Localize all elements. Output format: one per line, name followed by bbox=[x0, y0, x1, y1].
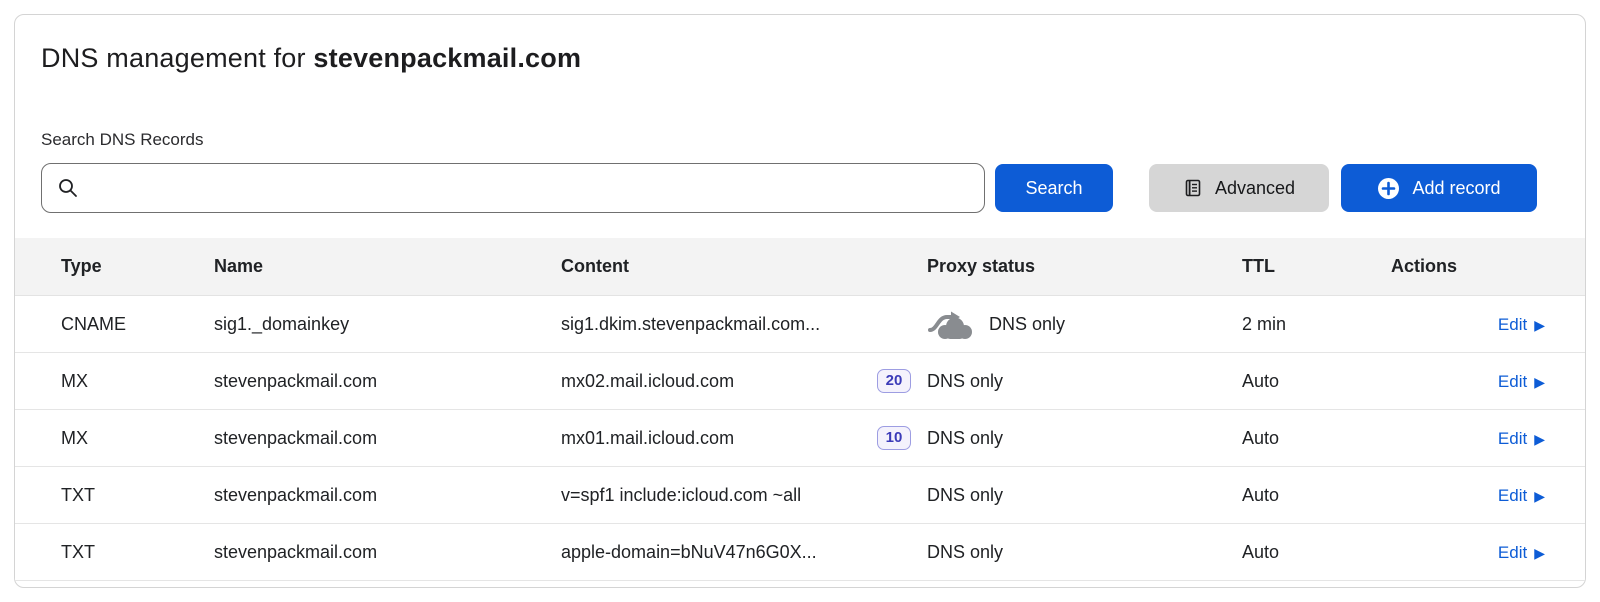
table-row: TXT stevenpackmail.com v=spf1 include:ic… bbox=[15, 467, 1585, 524]
edit-arrow-icon: ▶ bbox=[1534, 432, 1545, 446]
column-header-name: Name bbox=[214, 256, 561, 277]
record-type: TXT bbox=[61, 485, 214, 506]
column-header-content: Content bbox=[561, 256, 861, 277]
record-ttl: Auto bbox=[1242, 542, 1372, 563]
table-header-row: Type Name Content Proxy status TTL Actio… bbox=[15, 238, 1585, 296]
table-row: MX stevenpackmail.com mx01.mail.icloud.c… bbox=[15, 410, 1585, 467]
record-content: mx01.mail.icloud.com bbox=[561, 428, 861, 449]
record-content: mx02.mail.icloud.com bbox=[561, 371, 861, 392]
proxy-status-text: DNS only bbox=[989, 314, 1065, 335]
record-type: MX bbox=[61, 371, 214, 392]
edit-arrow-icon: ▶ bbox=[1534, 375, 1545, 389]
search-toolbar: Search Advanced Add record bbox=[41, 163, 1559, 213]
page-title: DNS management for stevenpackmail.com bbox=[41, 43, 1559, 74]
record-name: stevenpackmail.com bbox=[214, 542, 561, 563]
edit-arrow-icon: ▶ bbox=[1534, 318, 1545, 332]
record-ttl: 2 min bbox=[1242, 314, 1372, 335]
edit-record-link[interactable]: Edit▶ bbox=[1498, 543, 1545, 563]
table-row: MX stevenpackmail.com mx02.mail.icloud.c… bbox=[15, 353, 1585, 410]
proxy-status-cell: DNS only bbox=[927, 309, 1242, 340]
dns-management-card: DNS management for stevenpackmail.com Se… bbox=[14, 14, 1586, 588]
column-header-ttl: TTL bbox=[1242, 256, 1372, 277]
proxy-status-text: DNS only bbox=[927, 428, 1003, 449]
add-record-button-label: Add record bbox=[1412, 178, 1500, 199]
edit-record-link[interactable]: Edit▶ bbox=[1498, 372, 1545, 392]
advanced-button-label: Advanced bbox=[1215, 178, 1295, 199]
mx-priority-badge: 20 bbox=[877, 369, 912, 394]
proxy-status-text: DNS only bbox=[927, 485, 1003, 506]
table-row: TXT stevenpackmail.com apple-domain=bNuV… bbox=[15, 524, 1585, 581]
record-ttl: Auto bbox=[1242, 428, 1372, 449]
edit-arrow-icon: ▶ bbox=[1534, 546, 1545, 560]
column-header-type: Type bbox=[61, 256, 214, 277]
record-type: MX bbox=[61, 428, 214, 449]
search-icon bbox=[57, 177, 79, 199]
mx-priority-badge: 10 bbox=[877, 426, 912, 451]
record-content: apple-domain=bNuV47n6G0X... bbox=[561, 542, 861, 563]
dns-records-table: Type Name Content Proxy status TTL Actio… bbox=[15, 238, 1585, 581]
record-ttl: Auto bbox=[1242, 371, 1372, 392]
proxy-status-text: DNS only bbox=[927, 542, 1003, 563]
search-input[interactable] bbox=[41, 163, 985, 213]
plus-circle-icon bbox=[1377, 177, 1400, 200]
search-input-wrap bbox=[41, 163, 985, 213]
column-header-actions: Actions bbox=[1372, 256, 1545, 277]
record-name: stevenpackmail.com bbox=[214, 371, 561, 392]
page-title-domain: stevenpackmail.com bbox=[313, 43, 581, 73]
edit-record-link[interactable]: Edit▶ bbox=[1498, 486, 1545, 506]
edit-arrow-icon: ▶ bbox=[1534, 489, 1545, 503]
proxy-status-text: DNS only bbox=[927, 371, 1003, 392]
record-name: sig1._domainkey bbox=[214, 314, 561, 335]
add-record-button[interactable]: Add record bbox=[1341, 164, 1537, 212]
dns-only-cloud-icon bbox=[927, 309, 975, 340]
search-label: Search DNS Records bbox=[41, 130, 1559, 150]
table-row: CNAME sig1._domainkey sig1.dkim.stevenpa… bbox=[15, 296, 1585, 353]
search-button[interactable]: Search bbox=[995, 164, 1113, 212]
record-type: TXT bbox=[61, 542, 214, 563]
edit-record-link[interactable]: Edit▶ bbox=[1498, 429, 1545, 449]
record-name: stevenpackmail.com bbox=[214, 428, 561, 449]
page-title-prefix: DNS management for bbox=[41, 43, 313, 73]
record-name: stevenpackmail.com bbox=[214, 485, 561, 506]
record-type: CNAME bbox=[61, 314, 214, 335]
record-content: v=spf1 include:icloud.com ~all bbox=[561, 485, 861, 506]
record-ttl: Auto bbox=[1242, 485, 1372, 506]
journal-icon bbox=[1183, 178, 1203, 198]
edit-record-link[interactable]: Edit▶ bbox=[1498, 315, 1545, 335]
advanced-button[interactable]: Advanced bbox=[1149, 164, 1329, 212]
record-content: sig1.dkim.stevenpackmail.com... bbox=[561, 314, 861, 335]
column-header-proxy-status: Proxy status bbox=[927, 256, 1242, 277]
